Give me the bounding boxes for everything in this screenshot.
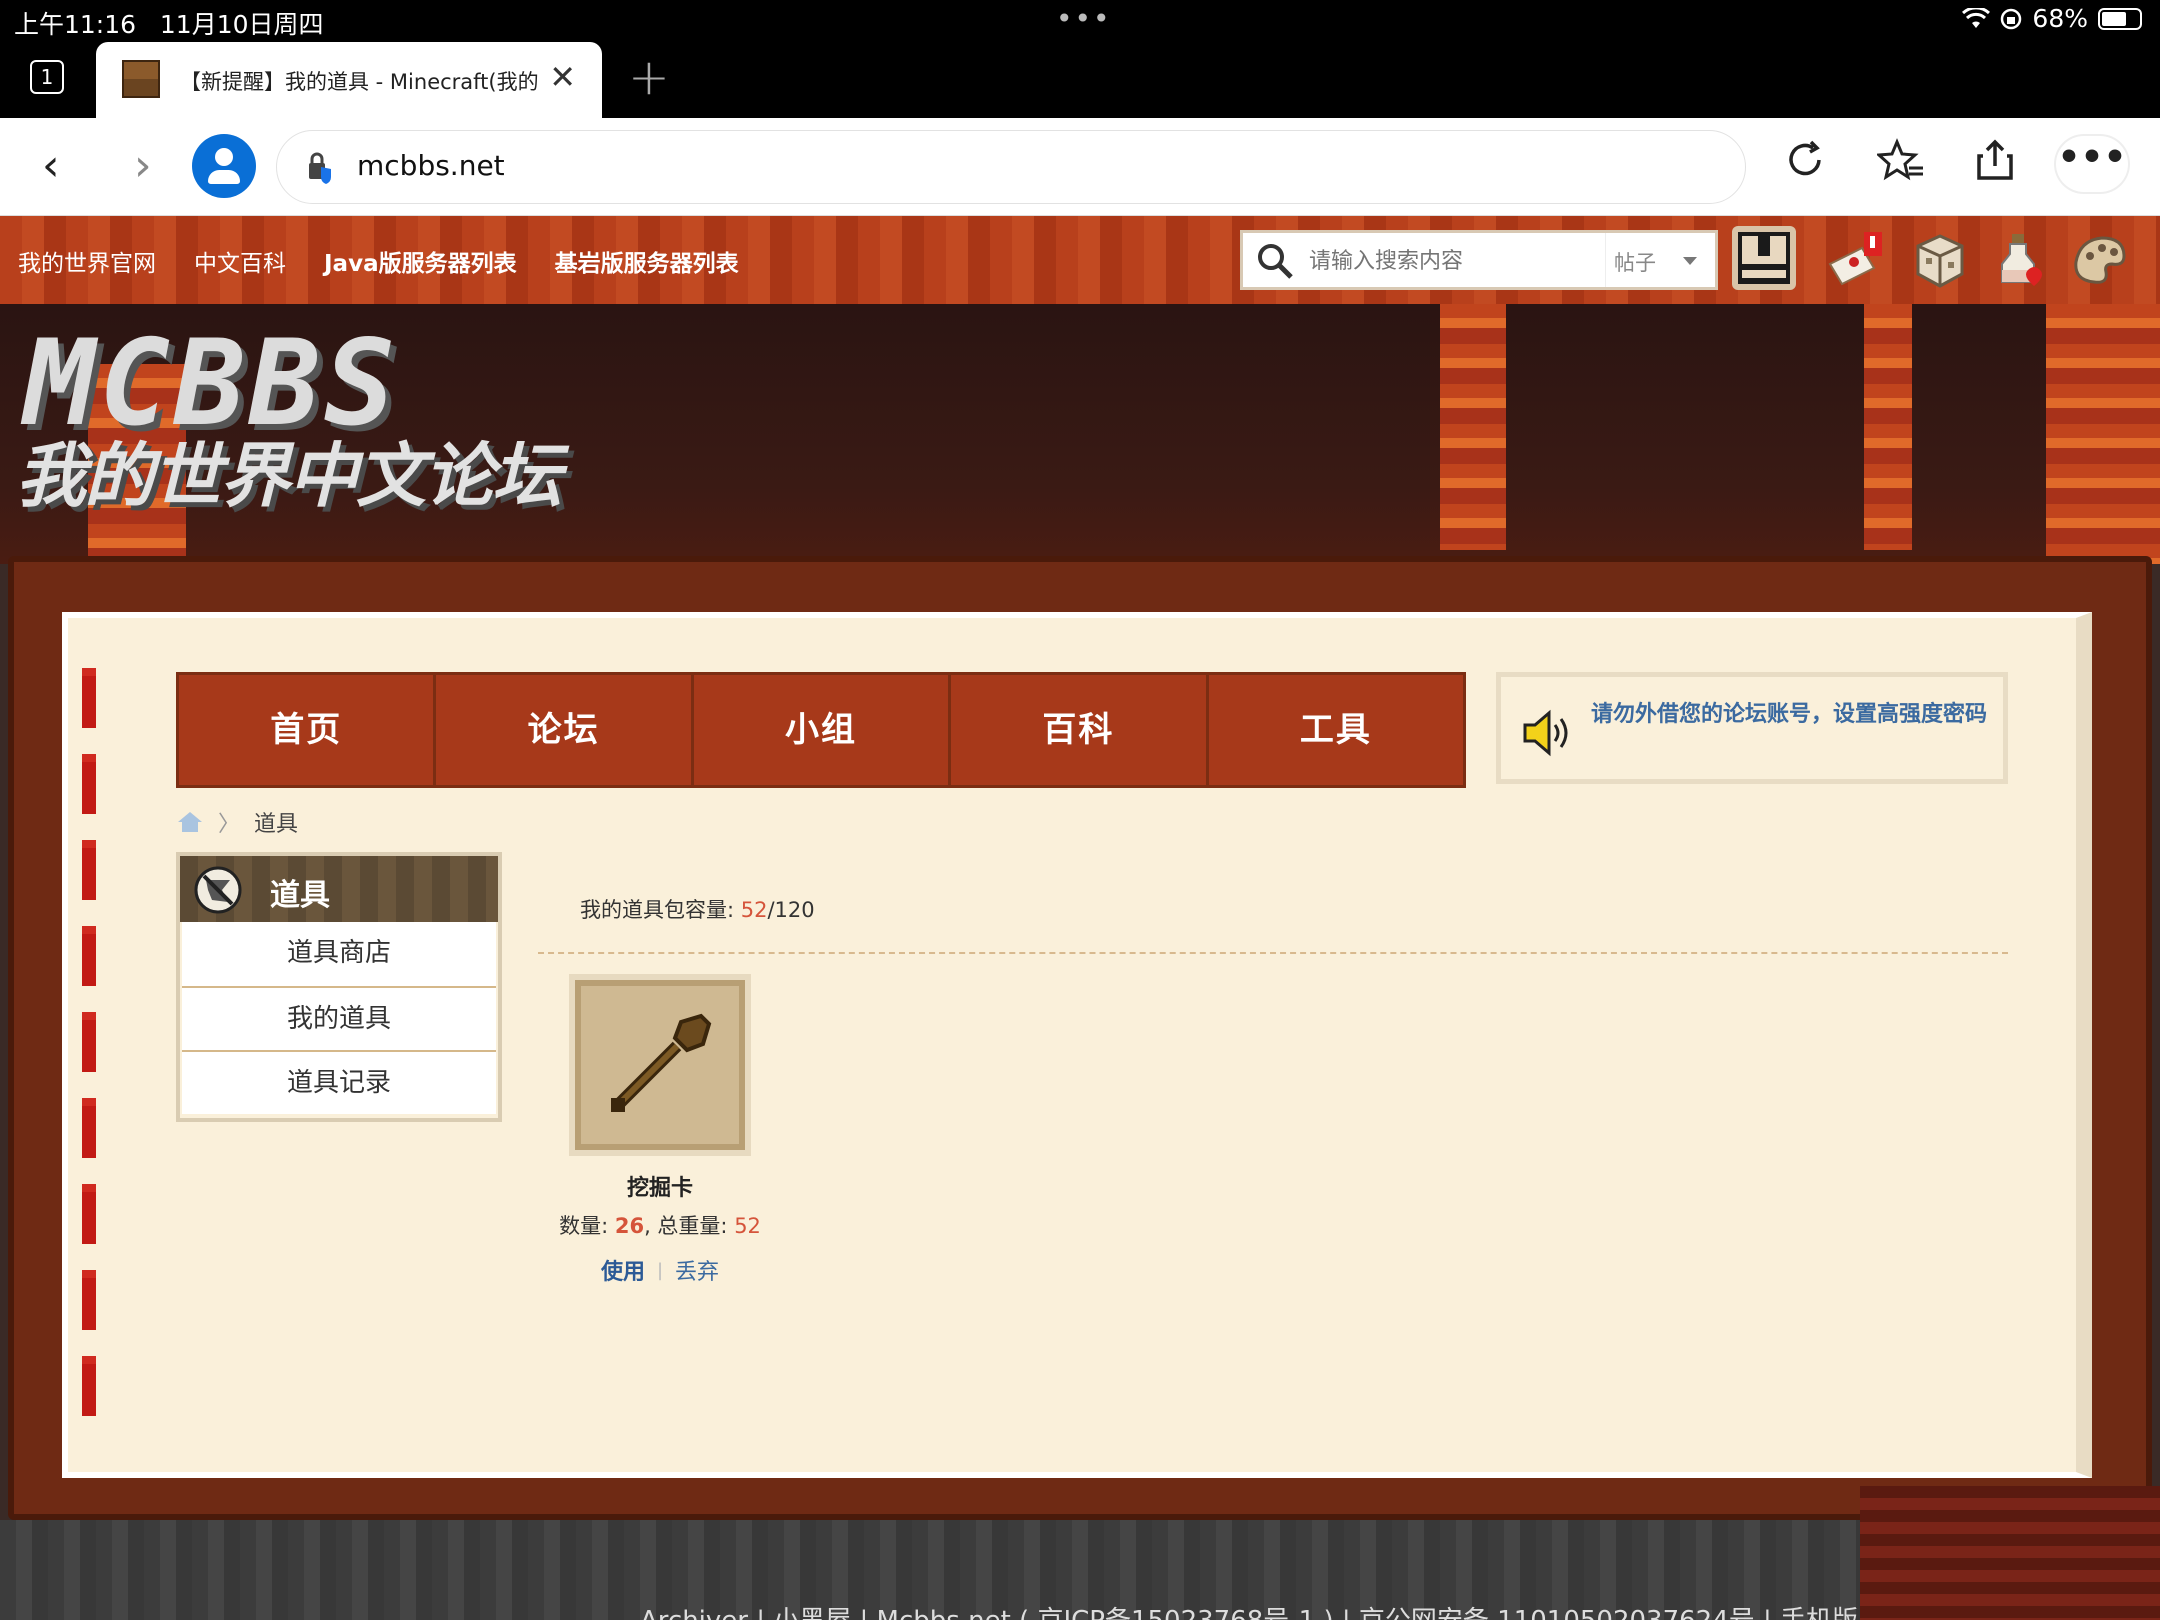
browser-tab[interactable]: 【新提醒】我的道具 - Minecraft(我的 ✕: [96, 42, 602, 118]
capacity-used: 52: [740, 898, 768, 922]
back-button[interactable]: ‹: [42, 140, 60, 191]
sidebar-footer: [180, 1114, 498, 1118]
tools-icon: [194, 866, 242, 914]
speaker-icon: [1523, 709, 1568, 757]
status-bar: 上午11:16 11月10日周四 ••• 68%: [0, 0, 2160, 40]
site-banner: MCBBS 我的世界中文论坛: [0, 304, 2160, 564]
item-weight: 52: [734, 1214, 761, 1238]
top-link-0[interactable]: 我的世界官网: [18, 244, 156, 278]
main-nav-item-2[interactable]: 小组: [693, 675, 952, 785]
multitask-dots[interactable]: •••: [1056, 2, 1112, 35]
url-text: mcbbs.net: [357, 149, 505, 182]
chain-mask: [96, 658, 138, 1428]
breadcrumb-current[interactable]: 道具: [254, 806, 298, 838]
item-card: 挖掘卡 数量: 26, 总重量: 52 使用 | 丢弃: [550, 974, 770, 1286]
main-nav-item-0[interactable]: 首页: [179, 675, 437, 785]
item-slot[interactable]: [569, 974, 751, 1156]
top-links: 我的世界官网 中文百科 Java版服务器列表 基岩版服务器列表: [18, 244, 739, 278]
sidebar-header: 道具: [180, 856, 498, 922]
main-nav-item-1[interactable]: 论坛: [436, 675, 694, 785]
weight-label: , 总重量:: [644, 1214, 735, 1238]
sidebar-item-0[interactable]: 道具商店: [182, 922, 496, 986]
sidebar-item-2[interactable]: 道具记录: [182, 1050, 496, 1114]
favicon-icon: [122, 60, 160, 98]
search-input[interactable]: [1309, 249, 1569, 274]
dashed-divider: [538, 952, 2008, 954]
tab-switcher-button[interactable]: 1: [30, 60, 64, 94]
action-separator: |: [656, 1259, 664, 1281]
main-nav: 首页 论坛 小组 百科 工具: [176, 672, 1466, 788]
site-footer[interactable]: Archiver | 小黑屋 | Mcbbs.net ( 京ICP备150237…: [640, 1600, 1858, 1620]
palette-icon[interactable]: [2068, 228, 2132, 292]
site-logo-subtitle[interactable]: 我的世界中文论坛: [16, 420, 562, 521]
search-type-select[interactable]: 帖子: [1605, 233, 1715, 287]
capacity-total: /120: [767, 898, 815, 922]
refresh-icon[interactable]: [1780, 138, 1830, 188]
sidebar-title: 道具: [270, 878, 330, 913]
use-item-link[interactable]: 使用: [601, 1254, 645, 1286]
lava-bottom: [1860, 1486, 2160, 1620]
address-bar[interactable]: mcbbs.net: [276, 130, 1746, 204]
favorites-icon[interactable]: [1875, 138, 1926, 188]
chevron-down-icon: [1683, 257, 1697, 265]
search-type-label: 帖子: [1614, 251, 1656, 275]
discard-item-link[interactable]: 丢弃: [675, 1254, 719, 1286]
profile-avatar[interactable]: [192, 134, 256, 198]
orientation-lock-icon: [2001, 8, 2022, 29]
site-top-nav: 我的世界官网 中文百科 Java版服务器列表 基岩版服务器列表 帖子: [0, 216, 2160, 304]
message-notification-icon[interactable]: [1824, 228, 1888, 292]
top-link-3[interactable]: 基岩版服务器列表: [555, 244, 739, 278]
share-icon[interactable]: [1970, 138, 2020, 188]
shovel-icon: [611, 1013, 712, 1112]
search-icon[interactable]: [1255, 241, 1295, 281]
main-nav-item-4[interactable]: 工具: [1208, 675, 1464, 785]
browser-toolbar: ‹ › mcbbs.net •••: [0, 118, 2160, 216]
tab-title: 【新提醒】我的道具 - Minecraft(我的: [180, 70, 539, 94]
sidebar-item-1[interactable]: 我的道具: [182, 986, 496, 1050]
item-actions: 使用 | 丢弃: [550, 1254, 770, 1286]
security-notice: 请勿外借您的论坛账号，设置高强度密码: [1496, 672, 2008, 784]
breadcrumb: 〉 道具: [176, 806, 298, 838]
item-stats: 数量: 26, 总重量: 52: [550, 1210, 770, 1240]
wifi-icon: [1962, 7, 1991, 28]
qty-label: 数量:: [559, 1214, 615, 1238]
content-panel: 首页 论坛 小组 百科 工具 请勿外借您的论坛账号，设置高强度密码 〉 道具 道具 道具…: [62, 612, 2092, 1478]
battery-percent: 68%: [2032, 4, 2088, 33]
top-link-2[interactable]: Java版服务器列表: [324, 244, 517, 278]
item-quantity: 26: [614, 1214, 645, 1238]
notice-text[interactable]: 请勿外借您的论坛账号，设置高强度密码: [1591, 701, 1991, 729]
user-panel-icon[interactable]: [1732, 226, 1796, 290]
forward-button[interactable]: ›: [134, 140, 152, 191]
tab-strip: 1 【新提醒】我的道具 - Minecraft(我的 ✕ +: [0, 40, 2160, 118]
more-menu-button[interactable]: •••: [2056, 136, 2128, 192]
lava-column: [1864, 304, 1912, 550]
quest-block-icon[interactable]: [1908, 228, 1972, 292]
top-link-1[interactable]: 中文百科: [194, 244, 286, 278]
breadcrumb-separator: 〉: [218, 812, 241, 837]
home-icon[interactable]: [176, 810, 204, 834]
site-security-icon[interactable]: [305, 151, 335, 185]
bag-capacity: 我的道具包容量: 52/120: [580, 894, 815, 924]
capacity-label: 我的道具包容量:: [580, 898, 741, 922]
content-frame: 首页 论坛 小组 百科 工具 请勿外借您的论坛账号，设置高强度密码 〉 道具 道具 道具…: [8, 556, 2152, 1520]
item-name: 挖掘卡: [626, 1176, 693, 1201]
new-tab-button[interactable]: +: [628, 48, 670, 106]
status-time: 上午11:16 11月10日周四: [14, 10, 324, 39]
main-nav-item-3[interactable]: 百科: [951, 675, 1209, 785]
lava-column: [2046, 304, 2160, 564]
lava-column: [1440, 304, 1506, 550]
close-tab-icon[interactable]: ✕: [549, 58, 576, 96]
sidebar: 道具 道具商店 我的道具 道具记录: [176, 852, 502, 1122]
battery-icon: [2098, 7, 2142, 30]
search-box: 帖子: [1240, 230, 1718, 290]
potion-icon[interactable]: [1988, 228, 2052, 292]
